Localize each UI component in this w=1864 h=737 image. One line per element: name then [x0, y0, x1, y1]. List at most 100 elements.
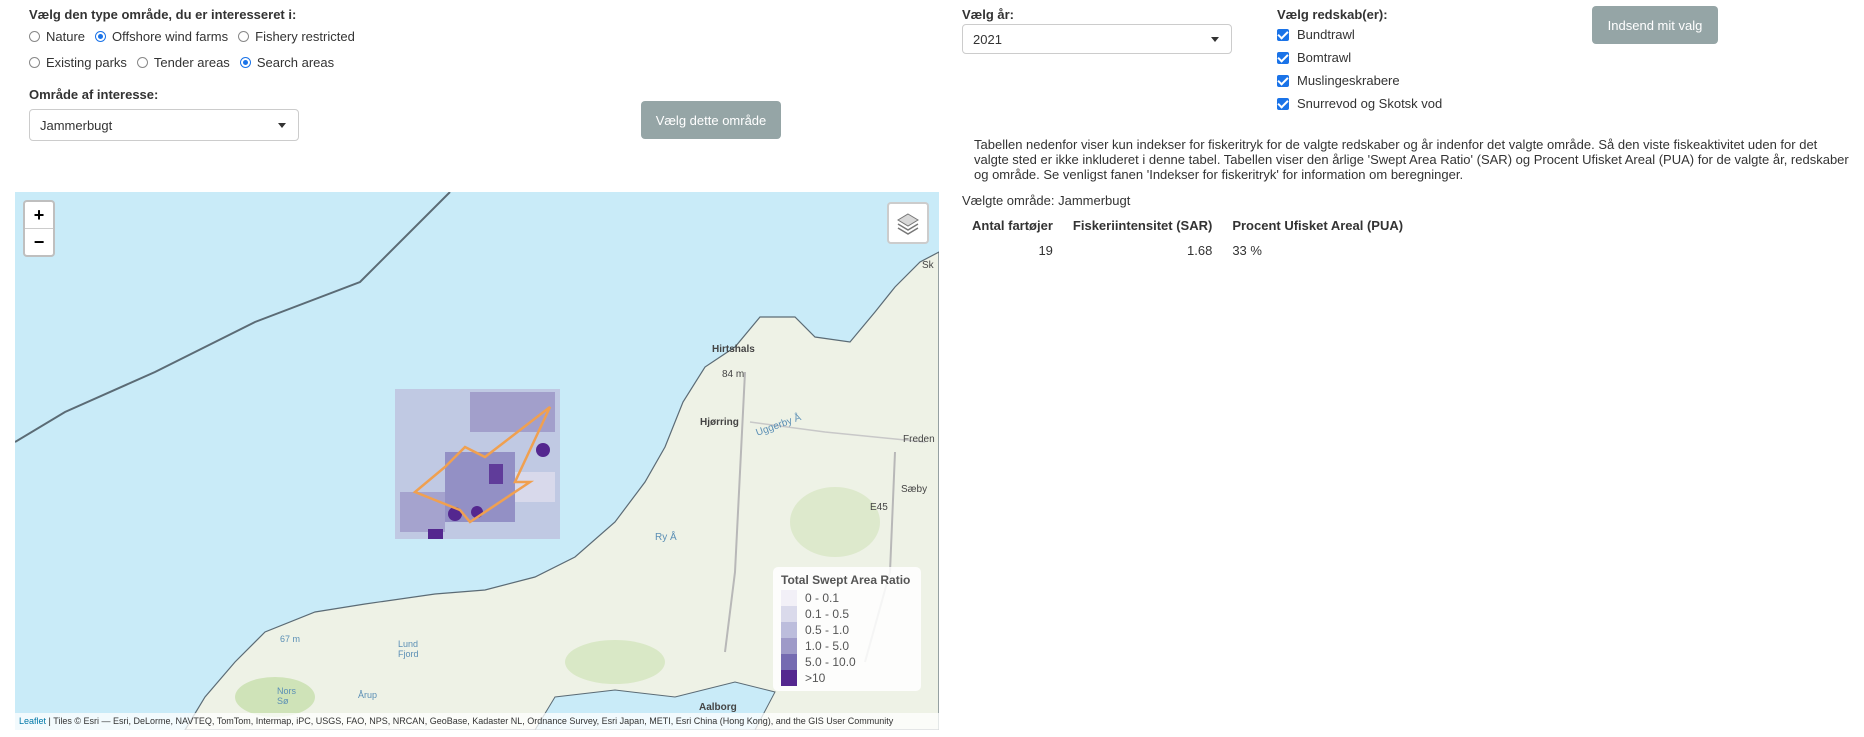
radio-tender-areas-circle[interactable] [136, 57, 148, 68]
map-label-hirtshals: Hirtshals [712, 344, 755, 355]
legend-item-label: >10 [805, 671, 826, 685]
forest-patch [235, 677, 315, 717]
map-label-depth: 84 m [722, 369, 745, 380]
legend-item: 0.5 - 1.0 [781, 622, 913, 638]
select-area-button[interactable]: Vælg dette område [641, 101, 781, 139]
area-type-radio-row-2: Existing parks Tender areas Search areas [29, 55, 344, 70]
legend-swatch [781, 654, 797, 670]
radio-search-areas-circle[interactable] [239, 57, 251, 68]
gear-label: Vælg redskab(er): [1277, 7, 1388, 22]
layers-button[interactable] [887, 202, 929, 244]
radio-fishery-restricted-label: Fishery restricted [255, 29, 355, 44]
map-legend: Total Swept Area Ratio 0 - 0.1 0.1 - 0.5… [773, 567, 921, 691]
gear-option-muslingeskrabere[interactable]: Muslingeskrabere [1277, 73, 1442, 88]
legend-swatch [781, 622, 797, 638]
radio-tender-areas-label: Tender areas [153, 55, 230, 70]
cell-vessels: 19 [1038, 243, 1053, 258]
map-label-e45: E45 [870, 502, 888, 513]
radio-search-areas-label: Search areas [256, 55, 335, 70]
table-row: 19 1.68 33 % [962, 237, 1413, 264]
year-select[interactable]: 2021 [962, 24, 1232, 54]
radio-nature-label: Nature [46, 29, 86, 44]
map-label-sk: Sk [922, 260, 934, 271]
legend-item: 1.0 - 5.0 [781, 638, 913, 654]
attribution-text: | Tiles © Esri — Esri, DeLorme, NAVTEQ, … [46, 716, 894, 726]
selected-area-text: Vælgte område: Jammerbugt [962, 193, 1131, 208]
gear-option-label: Muslingeskrabere [1297, 73, 1400, 88]
leaflet-link[interactable]: Leaflet [19, 716, 46, 726]
cell-sar: 1.68 [1187, 243, 1213, 258]
legend-swatch [781, 670, 797, 686]
radio-nature[interactable]: Nature [29, 29, 85, 44]
radio-nature-circle[interactable] [29, 31, 40, 42]
radio-fishery-restricted-circle[interactable] [238, 31, 250, 42]
header-pua: Procent Ufisket Areal (PUA) [1232, 218, 1404, 233]
map-label-aalborg: Aalborg [699, 702, 737, 713]
year-value: 2021 [973, 31, 1002, 47]
radio-existing-parks-label: Existing parks [46, 55, 127, 70]
gear-option-bomtrawl[interactable]: Bomtrawl [1277, 50, 1442, 65]
zoom-control: + − [23, 200, 55, 257]
area-of-interest-value: Jammerbugt [40, 117, 113, 133]
legend-swatch [781, 590, 797, 606]
map-label-hjorring: Hjørring [700, 417, 739, 428]
map-label-saeby: Sæby [901, 484, 928, 495]
area-type-label: Vælg den type område, du er interesseret… [29, 7, 297, 22]
legend-title: Total Swept Area Ratio [781, 573, 911, 587]
submit-button[interactable]: Indsend mit valg [1592, 6, 1718, 44]
header-sar: Fiskeriintensitet (SAR) [1072, 218, 1213, 233]
map-container[interactable]: Hirtshals 84 m Hjørring Uggerby Å Freden… [15, 192, 939, 730]
map-attribution: Leaflet | Tiles © Esri — Esri, DeLorme, … [15, 713, 939, 730]
legend-swatch [781, 606, 797, 622]
year-label: Vælg år: [962, 7, 1015, 22]
radio-existing-parks[interactable]: Existing parks [29, 55, 127, 70]
area-of-interest-label: Område af interesse: [29, 87, 159, 102]
gear-option-label: Bomtrawl [1297, 50, 1352, 65]
gear-checkbox-group: Bundtrawl Bomtrawl Muslingeskrabere Snur… [1277, 27, 1442, 119]
gear-option-snurrevod[interactable]: Snurrevod og Skotsk vod [1277, 96, 1442, 111]
checkbox-muslingeskrabere[interactable] [1277, 74, 1289, 87]
radio-search-areas[interactable]: Search areas [239, 55, 335, 70]
table-header-row: Antal fartøjer Fiskeriintensitet (SAR) P… [962, 214, 1413, 237]
checkbox-bomtrawl[interactable] [1277, 51, 1289, 64]
chevron-down-icon [1211, 37, 1219, 42]
info-description: Tabellen nedenfor viser kun indekser for… [974, 137, 1849, 182]
map-label-ry-a: Ry Å [655, 532, 677, 543]
legend-item: 0 - 0.1 [781, 590, 913, 606]
legend-item: >10 [781, 670, 913, 686]
radio-tender-areas[interactable]: Tender areas [136, 55, 230, 70]
legend-swatch [781, 638, 797, 654]
gear-option-label: Bundtrawl [1297, 27, 1355, 42]
radio-offshore-wind-farms-label: Offshore wind farms [112, 29, 229, 44]
gear-option-bundtrawl[interactable]: Bundtrawl [1277, 27, 1442, 42]
radio-fishery-restricted[interactable]: Fishery restricted [238, 29, 355, 44]
map-label-depth: 67 m [280, 634, 301, 644]
zoom-in-button[interactable]: + [25, 202, 53, 229]
checkbox-bundtrawl[interactable] [1277, 28, 1289, 41]
radio-offshore-wind-farms-circle[interactable] [95, 31, 107, 42]
legend-item-label: 0.1 - 0.5 [805, 607, 850, 621]
zoom-out-button[interactable]: − [25, 229, 53, 255]
radio-existing-parks-circle[interactable] [29, 57, 40, 68]
legend-item-label: 0 - 0.1 [805, 591, 840, 605]
legend-item-label: 5.0 - 10.0 [805, 655, 856, 669]
legend-item: 5.0 - 10.0 [781, 654, 913, 670]
radio-offshore-wind-farms[interactable]: Offshore wind farms [95, 29, 228, 44]
forest-patch [565, 640, 665, 684]
gear-option-label: Snurrevod og Skotsk vod [1297, 96, 1443, 111]
header-vessels: Antal fartøjer [972, 218, 1053, 233]
map-label-arup: Årup [358, 690, 378, 700]
checkbox-snurrevod[interactable] [1277, 97, 1289, 110]
area-of-interest-select[interactable]: Jammerbugt [29, 109, 299, 141]
legend-item-label: 1.0 - 5.0 [805, 639, 850, 653]
map-label-lund-fjord: Lund Fjord [398, 639, 419, 659]
layers-icon [897, 213, 919, 235]
boundary-line [15, 192, 451, 443]
stats-table: Antal fartøjer Fiskeriintensitet (SAR) P… [962, 214, 1413, 264]
map-label-nors: Nors Sø [277, 686, 297, 706]
forest-patch [790, 487, 880, 557]
map-label-frederikshavn: Freden [903, 434, 935, 445]
legend-item-label: 0.5 - 1.0 [805, 623, 850, 637]
legend-item: 0.1 - 0.5 [781, 606, 913, 622]
area-type-radio-row-1: Nature Offshore wind farms Fishery restr… [29, 29, 365, 44]
